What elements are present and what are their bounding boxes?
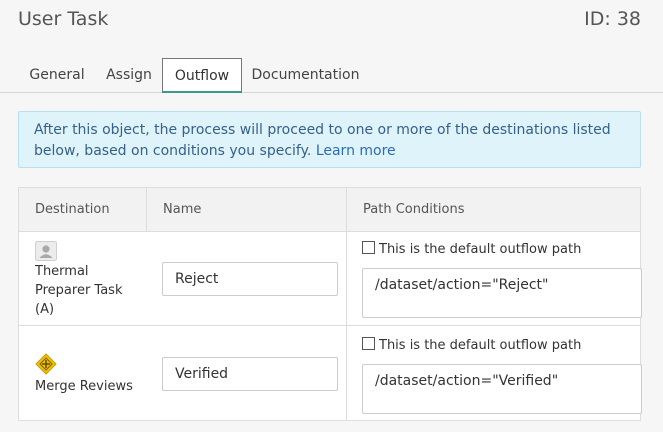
default-path-label: This is the default outflow path xyxy=(379,338,582,353)
tab-documentation[interactable]: Documentation xyxy=(243,58,368,92)
info-banner: After this object, the process will proc… xyxy=(18,111,641,168)
destination-label: Merge Reviews xyxy=(35,379,133,394)
destination-label: Thermal Preparer Task (A) xyxy=(35,264,123,317)
default-path-checkbox[interactable]: This is the default outflow path xyxy=(362,337,581,353)
gateway-icon xyxy=(35,353,57,379)
name-field[interactable]: Verified xyxy=(162,357,338,391)
default-path-label: This is the default outflow path xyxy=(379,242,582,257)
name-field[interactable]: Reject xyxy=(162,262,338,296)
tab-outflow[interactable]: Outflow xyxy=(162,58,242,93)
outflow-table: Destination Name Path Conditions Thermal… xyxy=(18,187,642,421)
tab-assign[interactable]: Assign xyxy=(97,58,161,92)
default-path-checkbox[interactable]: This is the default outflow path xyxy=(362,241,581,257)
object-id: ID: 38 xyxy=(584,8,641,30)
column-header-path-conditions: Path Conditions xyxy=(363,202,465,217)
table-row: Merge Reviews Verified This is the defau… xyxy=(19,326,642,420)
learn-more-link[interactable]: Learn more xyxy=(316,143,396,159)
path-condition-field[interactable]: /dataset/action="Reject" xyxy=(362,268,642,318)
path-condition-field[interactable]: /dataset/action="Verified" xyxy=(362,364,642,414)
column-divider xyxy=(146,188,147,231)
checkbox-box[interactable] xyxy=(362,337,375,350)
page-title: User Task xyxy=(18,8,109,30)
tab-general[interactable]: General xyxy=(17,58,97,92)
column-header-destination: Destination xyxy=(35,202,110,217)
checkbox-box[interactable] xyxy=(362,241,375,254)
tab-bar: General Assign Outflow Documentation xyxy=(0,58,663,93)
table-header: Destination Name Path Conditions xyxy=(19,188,640,232)
table-row: Thermal Preparer Task (A) Reject This is… xyxy=(19,232,642,326)
column-header-name: Name xyxy=(163,202,202,217)
